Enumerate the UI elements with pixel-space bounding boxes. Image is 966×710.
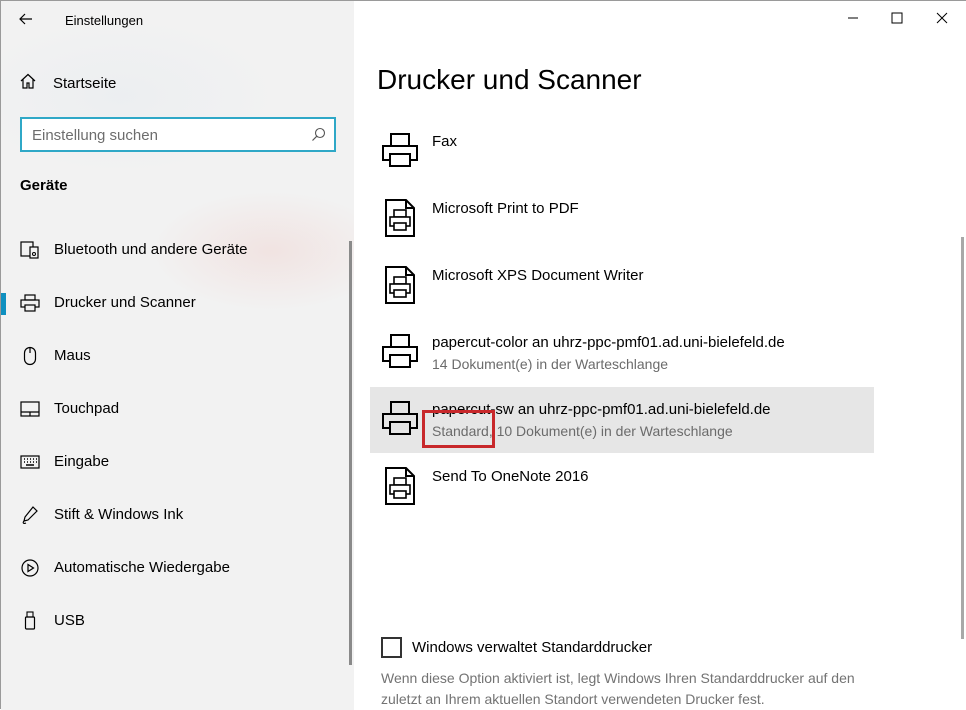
checkbox-description: Wenn diese Option aktiviert ist, legt Wi… bbox=[381, 670, 855, 707]
printer-name: Fax bbox=[432, 133, 458, 150]
sidebar-item-label: Maus bbox=[54, 347, 91, 364]
touchpad-icon bbox=[19, 399, 41, 419]
sidebar-item-input[interactable]: Eingabe bbox=[1, 442, 341, 482]
checkbox-label[interactable]: Windows verwaltet Standarddrucker bbox=[412, 639, 652, 656]
maximize-icon[interactable] bbox=[882, 7, 912, 29]
printer-icon bbox=[19, 293, 41, 313]
sidebar-item-label: Eingabe bbox=[54, 453, 110, 470]
autoplay-icon bbox=[19, 558, 41, 578]
printer-name: papercut-color an uhrz-ppc-pmf01.ad.uni-… bbox=[432, 334, 785, 351]
printer-item-papercut-color[interactable]: papercut-color an uhrz-ppc-pmf01.ad.uni-… bbox=[370, 320, 874, 386]
default-printer-checkbox[interactable] bbox=[381, 637, 402, 658]
bluetooth-devices-icon bbox=[19, 240, 41, 260]
sidebar-item-usb[interactable]: USB bbox=[1, 601, 341, 641]
sidebar-item-mouse[interactable]: Maus bbox=[1, 336, 341, 376]
printer-name: Send To OneNote 2016 bbox=[432, 468, 589, 485]
section-title: Geräte bbox=[20, 177, 68, 194]
settings-window: Einstellungen Startseite Geräte Bluetoot… bbox=[0, 0, 966, 710]
printer-item-pdf[interactable]: Microsoft Print to PDF bbox=[370, 186, 874, 252]
keyboard-icon bbox=[19, 452, 41, 472]
pen-icon bbox=[19, 505, 41, 525]
content-scrollbar[interactable] bbox=[961, 237, 964, 639]
sidebar-item-label: Drucker und Scanner bbox=[54, 294, 196, 311]
printer-name: Microsoft XPS Document Writer bbox=[432, 267, 644, 284]
sidebar: Einstellungen Startseite Geräte Bluetoot… bbox=[1, 1, 354, 710]
home-icon bbox=[19, 72, 37, 95]
mouse-icon bbox=[19, 346, 41, 366]
highlight-annotation-box bbox=[422, 410, 495, 448]
sidebar-item-autoplay[interactable]: Automatische Wiedergabe bbox=[1, 548, 341, 588]
sidebar-item-touchpad[interactable]: Touchpad bbox=[1, 389, 341, 429]
main-content: Drucker und Scanner Fax Microsoft Print … bbox=[354, 1, 966, 710]
sidebar-item-label: Stift & Windows Ink bbox=[54, 506, 184, 523]
settings-search-box[interactable] bbox=[20, 117, 336, 152]
printer-name: Microsoft Print to PDF bbox=[432, 200, 579, 217]
close-icon[interactable] bbox=[927, 7, 957, 29]
home-link[interactable]: Startseite bbox=[19, 71, 339, 95]
sidebar-item-label: USB bbox=[54, 612, 85, 629]
printer-item-xps[interactable]: Microsoft XPS Document Writer bbox=[370, 253, 874, 319]
printer-status: 14 Dokument(e) in der Warteschlange bbox=[432, 356, 669, 372]
document-printer-icon bbox=[380, 466, 420, 506]
printer-icon bbox=[380, 332, 420, 372]
app-title: Einstellungen bbox=[65, 13, 144, 28]
minimize-icon[interactable] bbox=[838, 7, 868, 29]
printer-icon bbox=[380, 131, 420, 171]
sidebar-item-pen[interactable]: Stift & Windows Ink bbox=[1, 495, 341, 535]
sidebar-item-label: Automatische Wiedergabe bbox=[54, 559, 230, 576]
sidebar-scrollbar[interactable] bbox=[349, 241, 352, 665]
sidebar-item-printers[interactable]: Drucker und Scanner bbox=[1, 283, 341, 323]
sidebar-item-bluetooth[interactable]: Bluetooth und andere Geräte bbox=[1, 230, 341, 270]
search-input[interactable] bbox=[32, 125, 302, 145]
sidebar-item-label: Touchpad bbox=[54, 400, 120, 417]
back-arrow-icon[interactable] bbox=[15, 9, 37, 29]
page-title: Drucker und Scanner bbox=[377, 64, 642, 95]
printer-item-onenote[interactable]: Send To OneNote 2016 bbox=[370, 454, 874, 520]
document-printer-icon bbox=[380, 265, 420, 305]
home-label: Startseite bbox=[53, 74, 117, 92]
document-printer-icon bbox=[380, 198, 420, 238]
printer-item-fax[interactable]: Fax bbox=[370, 119, 874, 185]
search-icon[interactable] bbox=[311, 127, 326, 147]
usb-icon bbox=[19, 611, 41, 631]
sidebar-item-label: Bluetooth und andere Geräte bbox=[54, 241, 248, 258]
printer-icon bbox=[380, 399, 420, 439]
